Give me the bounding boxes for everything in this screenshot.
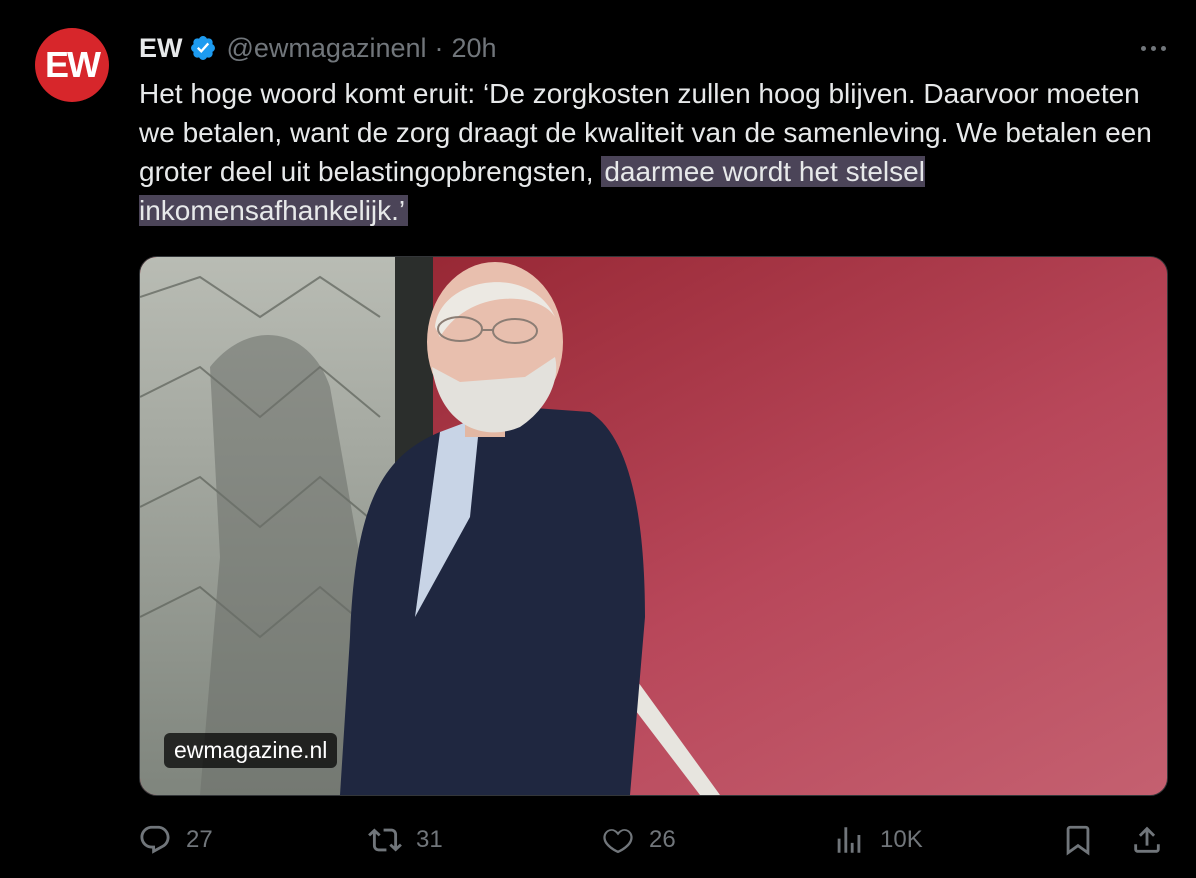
verified-badge-icon <box>189 34 217 62</box>
views-button[interactable]: 10K <box>832 812 923 868</box>
author-handle[interactable]: @ewmagazinenl <box>227 33 427 64</box>
reply-button[interactable]: 27 <box>138 812 213 868</box>
more-options-icon[interactable] <box>1141 30 1166 66</box>
bookmark-button[interactable] <box>1061 812 1109 868</box>
repost-icon <box>368 828 402 852</box>
tweet-actions-bar: 27 31 26 10K <box>0 812 1196 868</box>
header-separator: · <box>434 32 444 63</box>
views-icon <box>837 827 861 853</box>
tweet-card[interactable]: EW EW @ewmagazinenl · 20h Het hoge woord… <box>0 0 1196 878</box>
avatar-logo-text: EW <box>45 44 101 85</box>
reply-icon <box>140 825 170 854</box>
author-name[interactable]: EW <box>139 33 183 64</box>
bookmark-icon <box>1066 825 1090 856</box>
tweet-text: Het hoge woord komt eruit: ‘De zorgkoste… <box>139 74 1169 230</box>
photo-man-portrait <box>140 257 1167 795</box>
tweet-header: EW @ewmagazinenl · 20h <box>139 30 497 66</box>
post-time[interactable]: 20h <box>452 33 497 64</box>
like-button[interactable]: 26 <box>601 812 676 868</box>
tweet-media-image[interactable]: ewmagazine.nl <box>139 256 1168 796</box>
views-count: 10K <box>880 826 923 853</box>
like-count: 26 <box>649 826 676 853</box>
share-button[interactable] <box>1130 812 1178 868</box>
like-icon <box>603 829 633 854</box>
media-link-label[interactable]: ewmagazine.nl <box>164 733 338 768</box>
reply-count: 27 <box>186 826 213 853</box>
share-icon <box>1134 826 1160 853</box>
avatar[interactable]: EW <box>35 28 109 102</box>
repost-button[interactable]: 31 <box>368 812 443 868</box>
repost-count: 31 <box>416 826 443 853</box>
